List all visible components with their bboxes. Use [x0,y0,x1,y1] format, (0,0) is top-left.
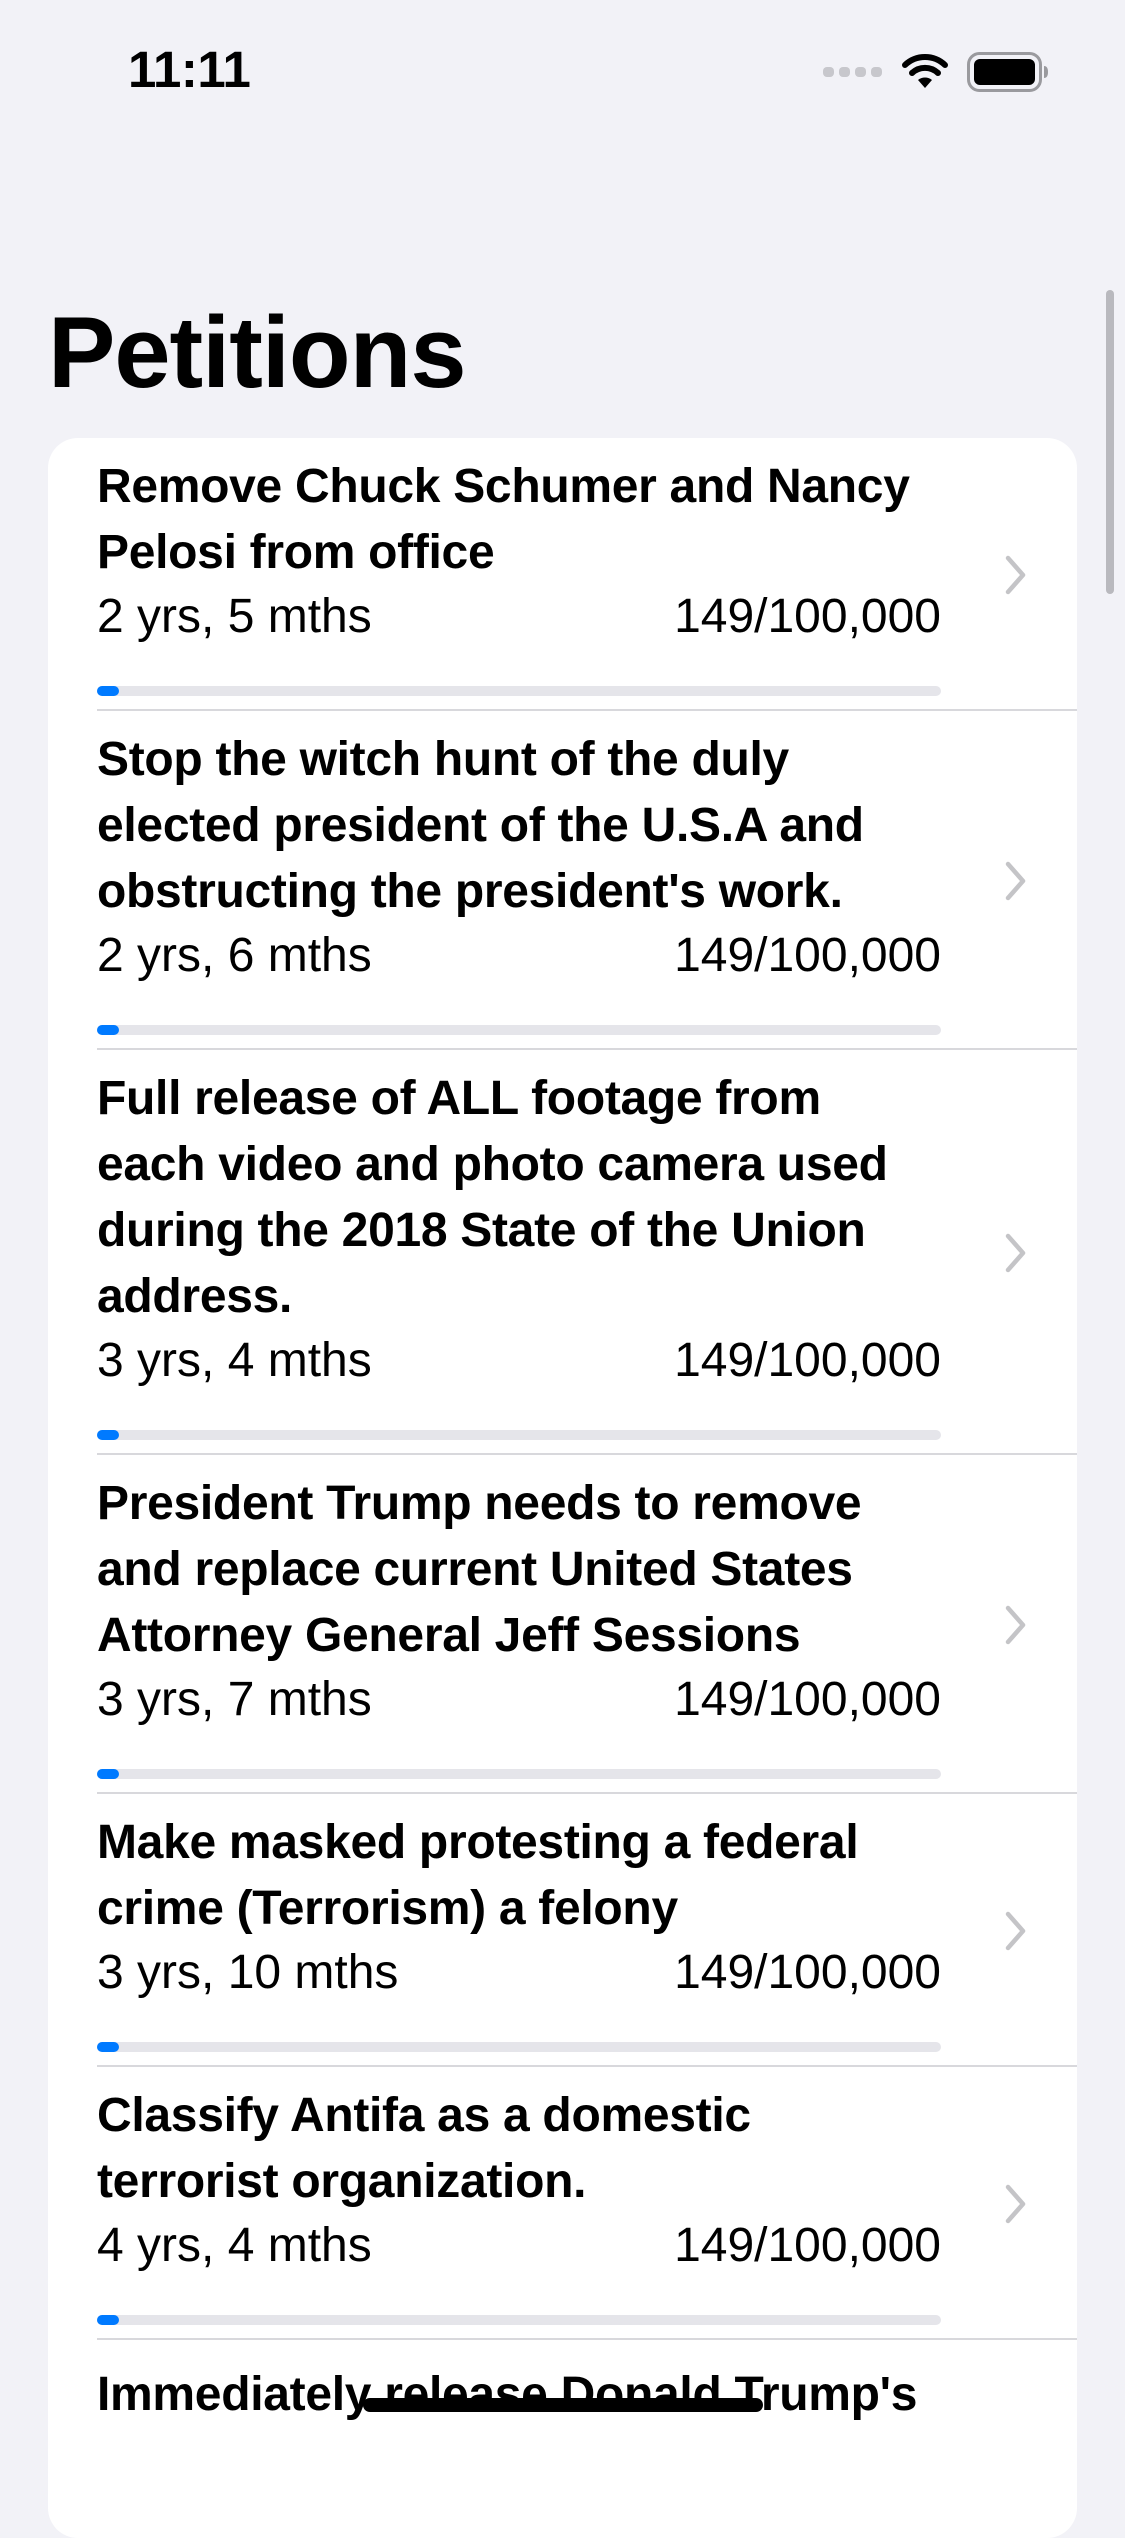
petition-title: President Trump needs to remove and repl… [97,1476,862,1662]
petition-age: 3 yrs, 4 mths [97,1333,372,1387]
cellular-dots-icon [823,66,883,78]
battery-icon [967,52,1049,92]
scroll-indicator[interactable] [1106,290,1114,594]
petition-progress-fill [97,1429,119,1440]
status-icons [823,50,1049,94]
petition-signatures: 149/100,000 [674,1672,941,1726]
chevron-right-icon [989,1233,1077,1273]
petition-row[interactable]: Stop the witch hunt of the duly elected … [48,711,1077,1050]
petition-row[interactable]: President Trump needs to remove and repl… [48,1455,1077,1794]
petition-progress-bar [97,1024,941,1035]
petition-signatures: 149/100,000 [674,928,941,982]
chevron-right-icon [989,2184,1077,2224]
wifi-icon [901,54,949,90]
petition-title: Remove Chuck Schumer and Nancy Pelosi fr… [97,459,910,579]
petition-row[interactable]: Full release of ALL footage from each vi… [48,1050,1077,1455]
petition-progress-bar [97,1768,941,1779]
petition-title: Classify Antifa as a domestic terrorist … [97,2088,751,2208]
petition-progress-fill [97,2314,119,2325]
petition-progress-fill [97,1768,119,1779]
petitions-list: Remove Chuck Schumer and Nancy Pelosi fr… [48,438,1077,2538]
petition-signatures: 149/100,000 [674,589,941,643]
page-title: Petitions [48,297,466,409]
petition-progress-bar [97,2314,941,2325]
petition-progress-fill [97,1024,119,1035]
petition-row[interactable]: Make masked protesting a federal crime (… [48,1794,1077,2067]
petition-title: Immediately release Donald Trump's [97,2368,918,2421]
petition-progress-fill [97,685,119,696]
petition-age: 3 yrs, 7 mths [97,1672,372,1726]
chevron-right-icon [989,1911,1077,1951]
petition-age: 3 yrs, 10 mths [97,1945,399,1999]
petition-age: 2 yrs, 5 mths [97,589,372,643]
petition-signatures: 149/100,000 [674,1333,941,1387]
petition-age: 4 yrs, 4 mths [97,2218,372,2272]
petition-row[interactable]: Remove Chuck Schumer and Nancy Pelosi fr… [48,438,1077,711]
petition-title: Stop the witch hunt of the duly elected … [97,732,864,918]
petition-progress-fill [97,2041,119,2052]
home-indicator[interactable] [363,2398,763,2412]
petition-signatures: 149/100,000 [674,1945,941,1999]
petition-progress-bar [97,2041,941,2052]
status-time: 11:11 [128,41,251,98]
petition-title: Full release of ALL footage from each vi… [97,1071,888,1323]
petition-signatures: 149/100,000 [674,2218,941,2272]
petition-title: Make masked protesting a federal crime (… [97,1815,859,1935]
chevron-right-icon [989,861,1077,901]
chevron-right-icon [989,555,1077,595]
petition-progress-bar [97,685,941,696]
petition-progress-bar [97,1429,941,1440]
petition-age: 2 yrs, 6 mths [97,928,372,982]
chevron-right-icon [989,1605,1077,1645]
petition-row[interactable]: Immediately release Donald Trump's [48,2340,1077,2428]
petition-row[interactable]: Classify Antifa as a domestic terrorist … [48,2067,1077,2340]
status-bar: 11:11 [0,0,1125,140]
